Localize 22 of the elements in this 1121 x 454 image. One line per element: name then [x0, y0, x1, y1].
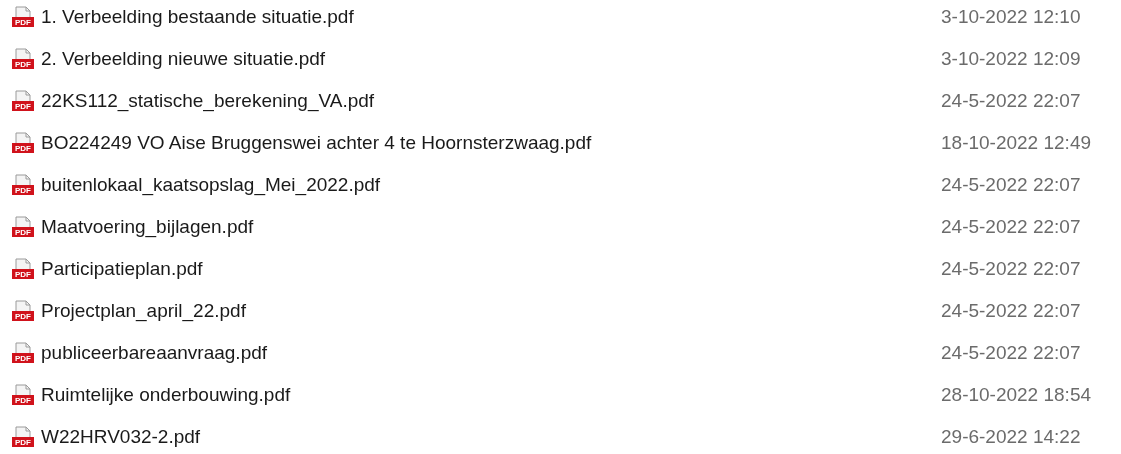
modified-date: 24-5-2022 22:07 [941, 174, 1081, 196]
file-name[interactable]: Ruimtelijke onderbouwing.pdf [41, 384, 941, 406]
modified-date: 28-10-2022 18:54 [941, 384, 1091, 406]
modified-date: 29-6-2022 14:22 [941, 426, 1081, 448]
file-name[interactable]: Participatieplan.pdf [41, 258, 941, 280]
file-name[interactable]: 22KS112_statische_berekening_VA.pdf [41, 90, 941, 112]
file-name[interactable]: buitenlokaal_kaatsopslag_Mei_2022.pdf [41, 174, 941, 196]
modified-date: 24-5-2022 22:07 [941, 300, 1081, 322]
file-name[interactable]: BO224249 VO Aise Bruggenswei achter 4 te Hoornsterzwaag.pdf [41, 132, 941, 154]
modified-date: 24-5-2022 22:07 [941, 342, 1081, 364]
file-name[interactable]: 1. Verbeelding bestaande situatie.pdf [41, 6, 941, 28]
modified-date: 24-5-2022 22:07 [941, 90, 1081, 112]
file-name[interactable]: 2. Verbeelding nieuwe situatie.pdf [41, 48, 941, 70]
file-name[interactable]: publiceerbareaanvraag.pdf [41, 342, 941, 364]
modified-date: 18-10-2022 12:49 [941, 132, 1091, 154]
modified-date: 24-5-2022 22:07 [941, 216, 1081, 238]
file-name[interactable]: Maatvoering_bijlagen.pdf [41, 216, 941, 238]
modified-date: 3-10-2022 12:10 [941, 6, 1081, 28]
modified-date: 24-5-2022 22:07 [941, 258, 1081, 280]
modified-date: 3-10-2022 12:09 [941, 48, 1081, 70]
file-name[interactable]: W22HRV032-2.pdf [41, 426, 941, 448]
file-name[interactable]: Projectplan_april_22.pdf [41, 300, 941, 322]
